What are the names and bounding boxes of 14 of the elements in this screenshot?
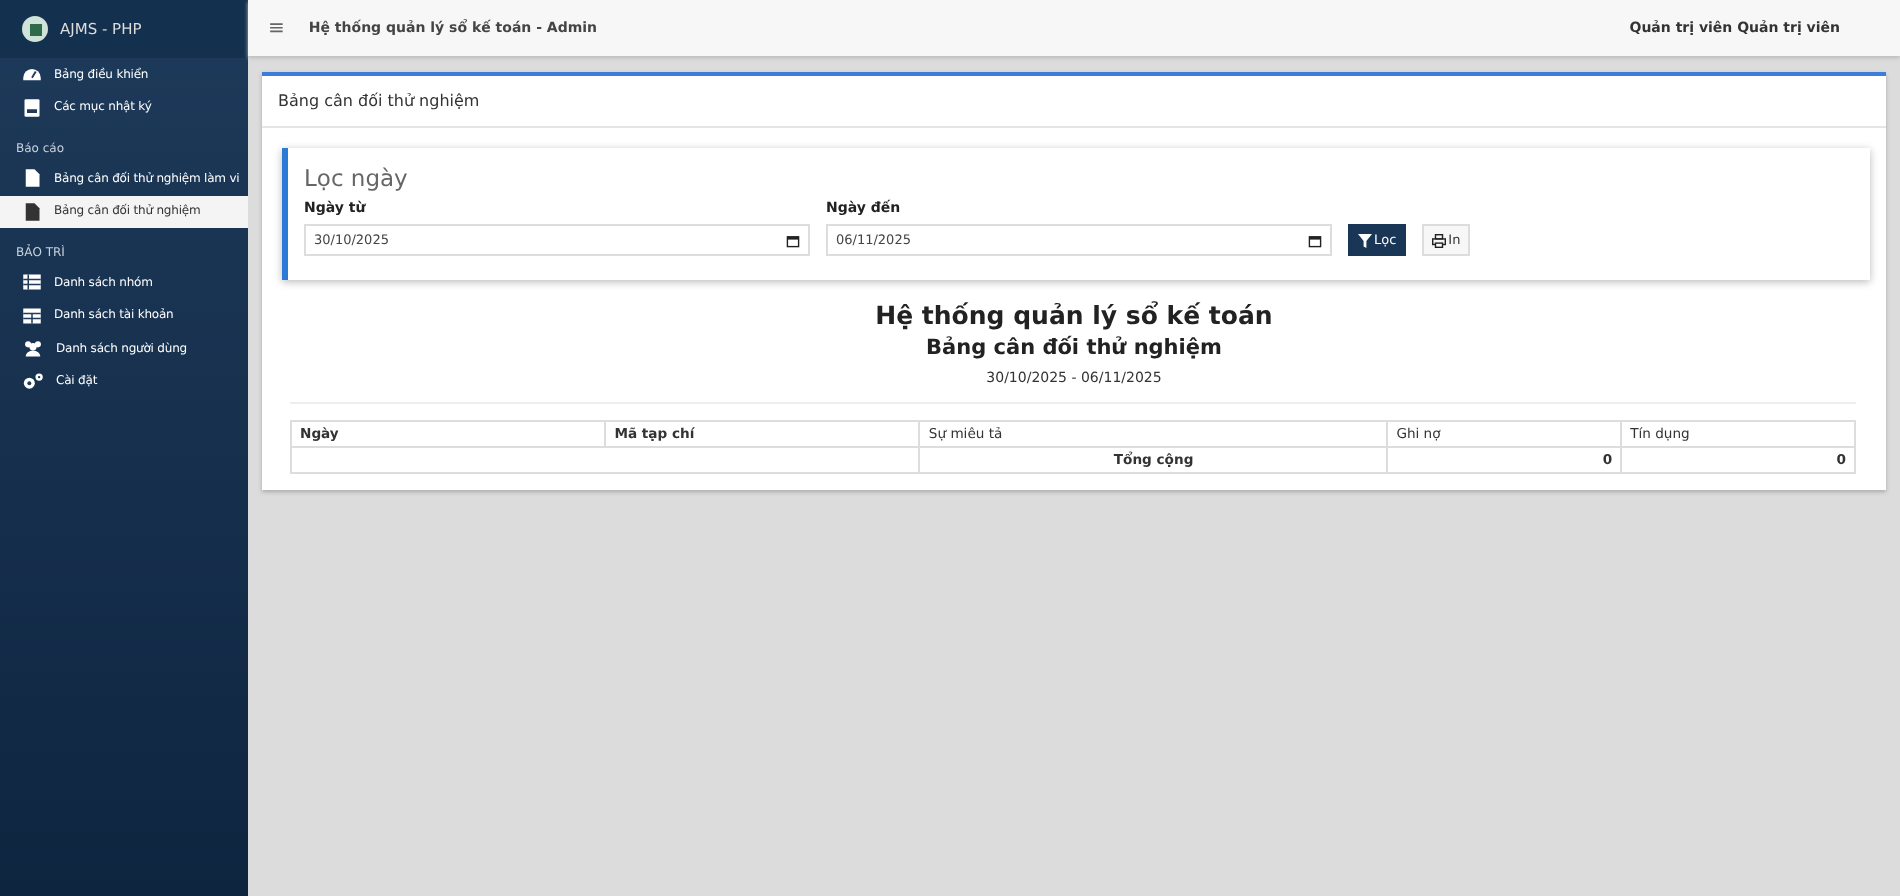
card-title: Bảng cân đối thử nghiệm [262,76,1886,128]
gauge-icon [22,64,42,85]
printer-icon [1432,233,1447,247]
calendar-icon [1308,233,1322,247]
calendar-icon [786,233,800,247]
file-icon [22,201,42,222]
report-subtitle: Bảng cân đối thử nghiệm [924,336,1224,360]
menu-button[interactable]: ≡ [268,17,285,39]
filter-heading: Lọc ngày [304,164,410,192]
funnel-icon [1358,233,1372,247]
list-icon [22,272,42,293]
file-icon [22,168,42,189]
table-icon [22,305,42,326]
report-title: Hệ thống quản lý sổ kế toán [873,300,1275,330]
